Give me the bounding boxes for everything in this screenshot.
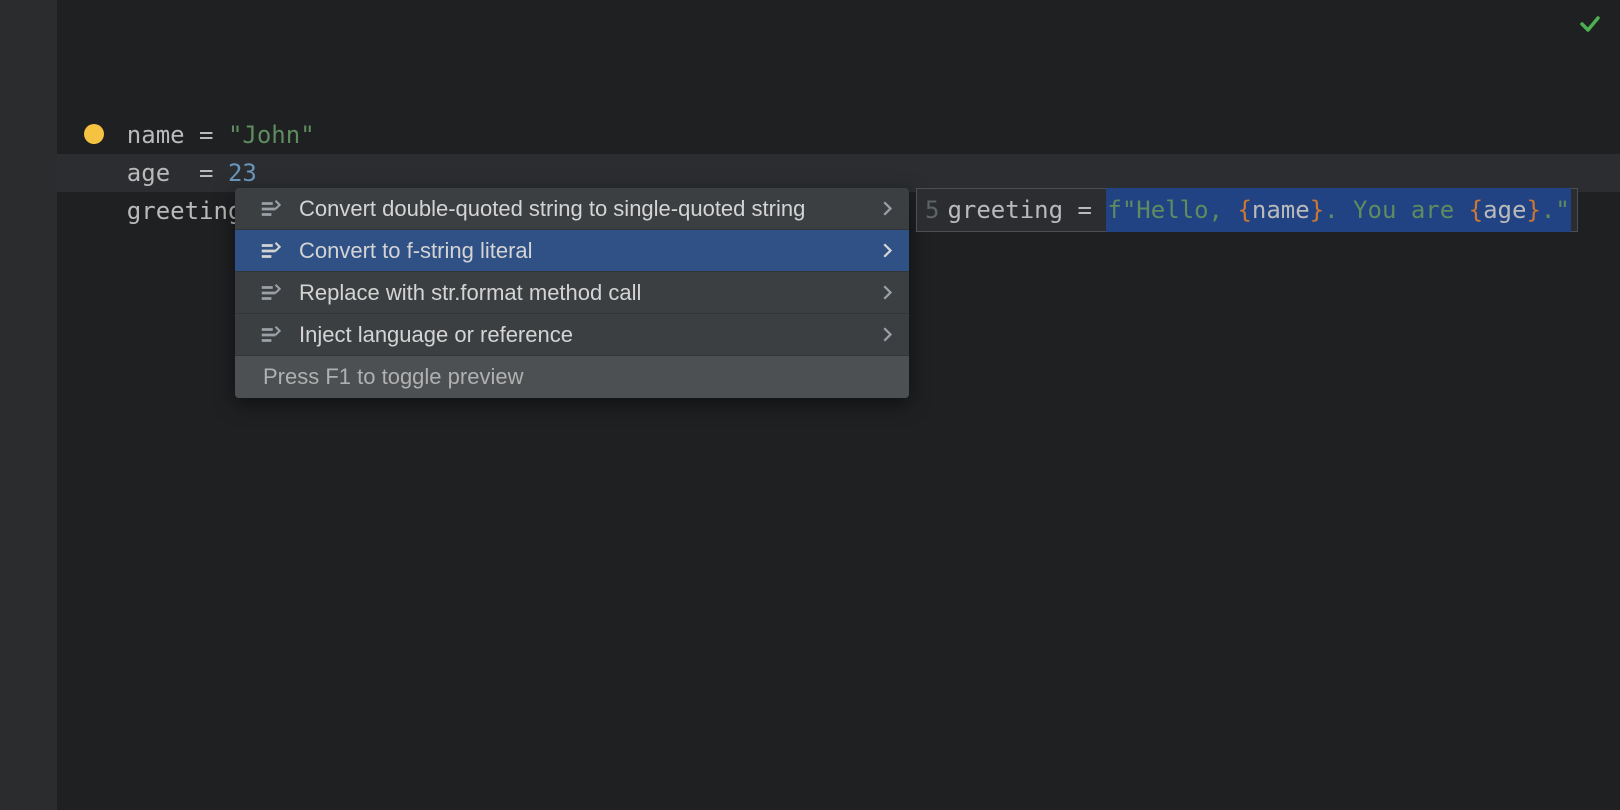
code-editor[interactable]: name = "John" age = 23 greeting = "Hello…	[57, 0, 1620, 810]
preview-highlight: f"Hello, {name}. You are {age}."	[1106, 188, 1570, 232]
token-string: . You are	[1324, 196, 1469, 224]
preview-line-number: 5	[925, 188, 939, 232]
intention-preview-panel: 5greeting = f"Hello, {name}. You are {ag…	[916, 188, 1578, 232]
code-line-3-current[interactable]: greeting = "Hello, %s. You are %s." % (n…	[57, 154, 1620, 192]
chevron-right-icon	[883, 201, 893, 216]
intention-icon	[259, 240, 281, 262]
code-line-1[interactable]: name = "John"	[57, 78, 1620, 116]
intention-icon	[259, 282, 281, 304]
chevron-right-icon	[883, 285, 893, 300]
token-variable: name	[1252, 196, 1310, 224]
intention-bulb-icon[interactable]	[84, 124, 104, 144]
token-operator: =	[185, 121, 228, 149]
intention-convert-quotes[interactable]: Convert double-quoted string to single-q…	[235, 188, 909, 230]
token-string: "Hello,	[1122, 196, 1238, 224]
intention-inject-language[interactable]: Inject language or reference	[235, 314, 909, 356]
intention-str-format[interactable]: Replace with str.format method call	[235, 272, 909, 314]
token-operator: =	[170, 159, 228, 187]
token-brace: {	[1469, 196, 1483, 224]
intention-label: Replace with str.format method call	[299, 280, 883, 306]
token-variable: age	[1483, 196, 1526, 224]
token-variable: greeting	[127, 197, 243, 225]
popup-footer-hint: Press F1 to toggle preview	[235, 356, 909, 398]
chevron-right-icon	[883, 327, 893, 342]
token-brace: }	[1310, 196, 1324, 224]
token-fprefix: f	[1107, 196, 1121, 224]
intention-label: Inject language or reference	[299, 322, 883, 348]
editor-gutter	[0, 0, 57, 810]
intention-label: Convert to f-string literal	[299, 238, 883, 264]
token-string: ."	[1541, 196, 1570, 224]
token-brace: }	[1526, 196, 1540, 224]
chevron-right-icon	[883, 243, 893, 258]
inspection-ok-icon[interactable]	[1578, 12, 1602, 36]
intention-icon	[259, 198, 281, 220]
token-number: 23	[228, 159, 257, 187]
intention-label: Convert double-quoted string to single-q…	[299, 196, 883, 222]
intention-convert-fstring[interactable]: Convert to f-string literal	[235, 230, 909, 272]
token-variable: name	[127, 121, 185, 149]
intention-actions-popup: Convert double-quoted string to single-q…	[235, 188, 909, 398]
intention-icon	[259, 324, 281, 346]
token-variable: greeting =	[947, 188, 1106, 232]
token-string: "John"	[228, 121, 315, 149]
token-brace: {	[1237, 196, 1251, 224]
token-variable: age	[127, 159, 170, 187]
